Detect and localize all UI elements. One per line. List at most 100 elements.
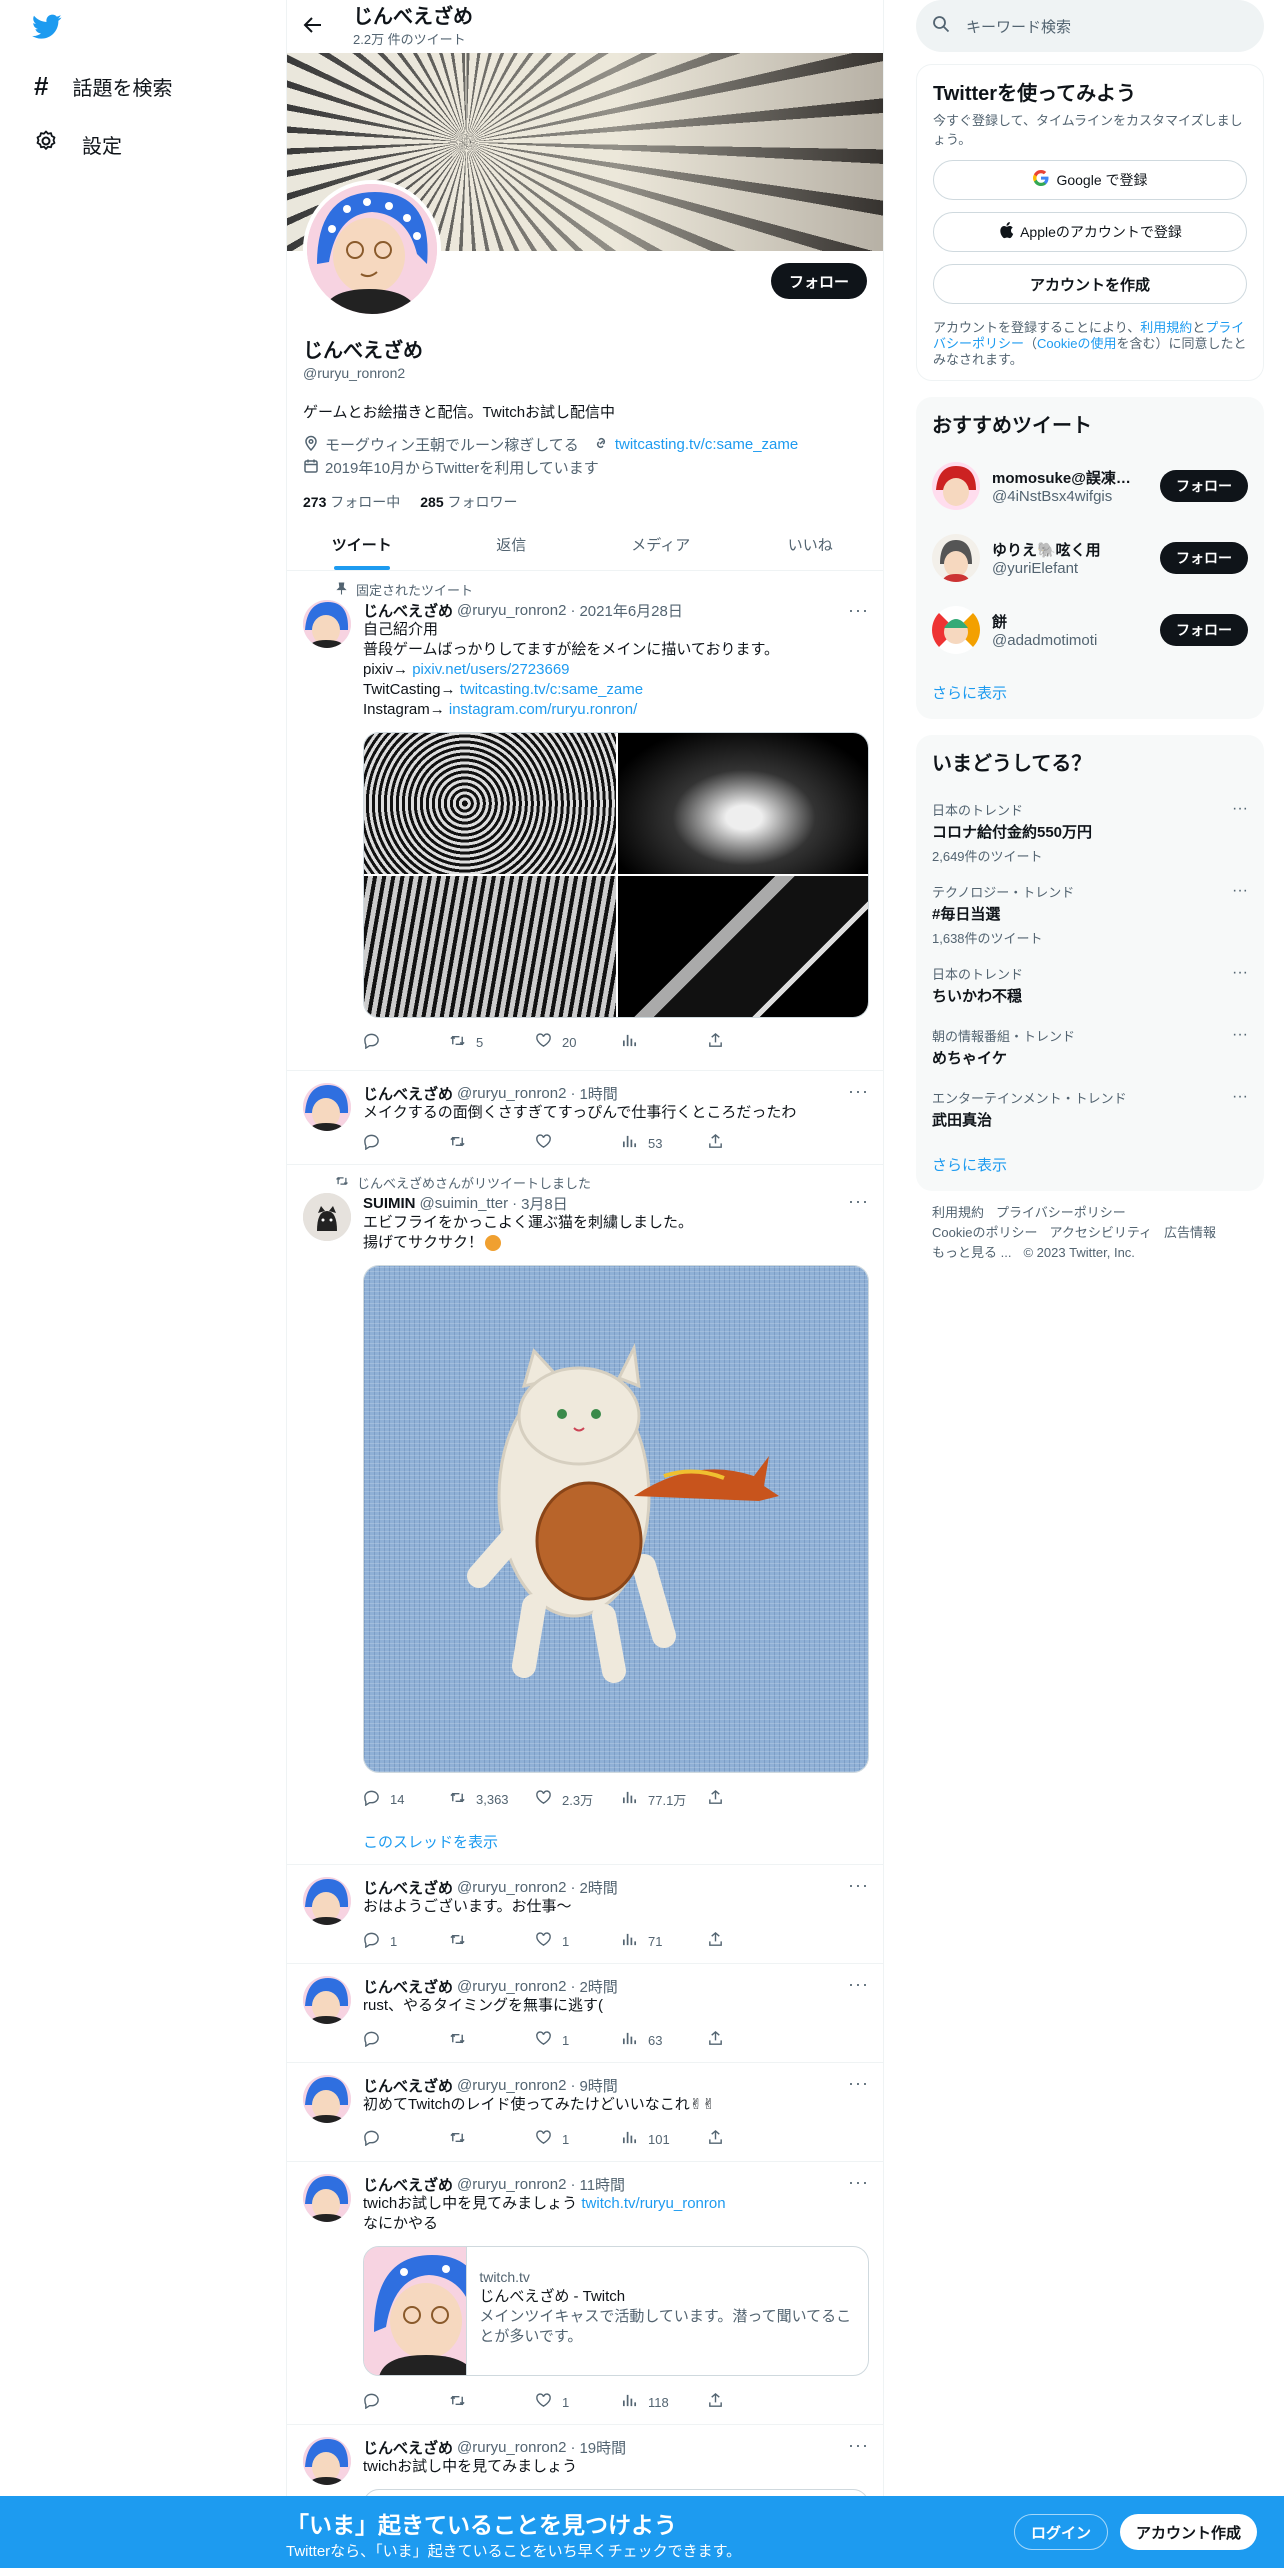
tweet-author-name[interactable]: じんべえざめ — [363, 2437, 453, 2458]
share-button[interactable] — [707, 2030, 793, 2050]
footer-ads-link[interactable]: 広告情報 — [1164, 1225, 1216, 1240]
retweet-button[interactable] — [449, 1133, 535, 1153]
like-button[interactable]: 1 — [535, 2129, 621, 2149]
trend-item[interactable]: 日本のトレンド コロナ給付金約550万円 2,649件のツイート ··· — [916, 788, 1264, 870]
tweet-time[interactable]: 9時間 — [579, 2075, 617, 2096]
profile-avatar[interactable] — [303, 180, 441, 318]
tweet-image[interactable] — [364, 876, 616, 1017]
views-button[interactable]: 118 — [621, 2392, 707, 2412]
tweet-media[interactable] — [363, 1265, 869, 1773]
footer-terms-link[interactable]: 利用規約 — [932, 1205, 984, 1220]
avatar[interactable] — [303, 1976, 351, 2024]
signup-button[interactable]: アカウント作成 — [1120, 2514, 1258, 2550]
like-button[interactable] — [535, 1133, 621, 1153]
views-button[interactable]: 101 — [621, 2129, 707, 2149]
tweet-author-handle[interactable]: @ruryu_ronron2 — [457, 2439, 566, 2456]
tweet-author-handle[interactable]: @suimin_tter — [420, 1195, 509, 1212]
footer-cookie-link[interactable]: Cookieのポリシー — [932, 1225, 1037, 1240]
tweet-author-name[interactable]: じんべえざめ — [363, 2174, 453, 2195]
more-options-icon[interactable]: ··· — [1232, 1026, 1248, 1044]
share-button[interactable] — [707, 2392, 793, 2412]
tweet-author-handle[interactable]: @ruryu_ronron2 — [457, 2176, 566, 2193]
more-options-icon[interactable]: ··· — [1232, 1088, 1248, 1106]
tweet-time[interactable]: 11時間 — [579, 2174, 625, 2195]
tweet[interactable]: ··· じんべえざめ @ruryu_ronron2 · 2時間 おはようございま… — [287, 1865, 883, 1964]
footer-more-link[interactable]: もっと見る ... — [932, 1245, 1011, 1260]
like-button[interactable]: 1 — [535, 2030, 621, 2050]
views-button[interactable]: 53 — [621, 1133, 707, 1153]
tweet-author-handle[interactable]: @ruryu_ronron2 — [457, 1978, 566, 1995]
search-input[interactable]: キーワード検索 — [966, 16, 1071, 37]
tab-likes[interactable]: いいね — [736, 518, 884, 570]
more-options-icon[interactable]: ··· — [1232, 882, 1248, 900]
reply-button[interactable] — [363, 1032, 449, 1052]
like-button[interactable]: 20 — [535, 1032, 621, 1052]
avatar[interactable] — [303, 1877, 351, 1925]
avatar[interactable] — [303, 2174, 351, 2222]
retweet-button[interactable] — [449, 2030, 535, 2050]
footer-accessibility-link[interactable]: アクセシビリティ — [1049, 1225, 1152, 1240]
share-button[interactable] — [707, 1931, 793, 1951]
more-options-icon[interactable]: ··· — [1232, 964, 1248, 982]
avatar[interactable] — [303, 1083, 351, 1131]
follow-button[interactable]: フォロー — [1160, 542, 1248, 574]
tab-replies[interactable]: 返信 — [437, 518, 587, 570]
twitch-link[interactable]: twitch.tv/ruryu_ronron — [581, 2195, 725, 2212]
tweet-author-name[interactable]: じんべえざめ — [363, 600, 453, 621]
who-to-follow-item[interactable]: 餅 @adadmotimoti フォロー — [916, 594, 1264, 666]
share-button[interactable] — [707, 1032, 793, 1052]
tweet-author-name[interactable]: じんべえざめ — [363, 1083, 453, 1104]
trend-item[interactable]: 朝の情報番組・トレンド めちゃイケ ··· — [916, 1014, 1264, 1076]
like-button[interactable]: 1 — [535, 2392, 621, 2412]
who-to-follow-item[interactable]: momosuke@誤凍結... @4iNstBsx4wifgis フォロー — [916, 450, 1264, 522]
footer-privacy-link[interactable]: プライバシーポリシー — [996, 1205, 1126, 1220]
avatar[interactable] — [303, 2075, 351, 2123]
twitcasting-link[interactable]: twitcasting.tv/c:same_zame — [460, 681, 643, 698]
tweet-image[interactable] — [364, 733, 616, 874]
tweet-time[interactable]: 2時間 — [579, 1976, 617, 1997]
retweeted-by-label[interactable]: じんべえざめさんがリツイートしました — [357, 1173, 591, 1192]
following-link[interactable]: 273 フォロー中 — [303, 492, 400, 512]
more-options-icon[interactable]: ··· — [1232, 800, 1248, 818]
views-button[interactable] — [621, 1032, 707, 1052]
like-button[interactable]: 2.3万 — [535, 1789, 621, 1809]
like-button[interactable]: 1 — [535, 1931, 621, 1951]
back-arrow-icon[interactable] — [303, 15, 323, 39]
avatar[interactable] — [303, 600, 351, 648]
share-button[interactable] — [707, 1789, 793, 1809]
tweet-time[interactable]: 2時間 — [579, 1877, 617, 1898]
tweet-author-name[interactable]: じんべえざめ — [363, 1976, 453, 1997]
tweet-time[interactable]: 2021年6月28日 — [579, 600, 682, 621]
reply-button[interactable]: 14 — [363, 1789, 449, 1809]
retweet-button[interactable]: 3,363 — [449, 1789, 535, 1809]
reply-button[interactable] — [363, 2129, 449, 2149]
reply-button[interactable] — [363, 2392, 449, 2412]
tweet-author-name[interactable]: じんべえざめ — [363, 2075, 453, 2096]
views-button[interactable]: 71 — [621, 1931, 707, 1951]
trend-item[interactable]: エンターテインメント・トレンド 武田真治 ··· — [916, 1076, 1264, 1138]
views-button[interactable]: 77.1万 — [621, 1789, 707, 1809]
profile-website-link[interactable]: twitcasting.tv/c:same_zame — [615, 436, 798, 453]
nav-explore[interactable]: # 話題を検索 — [0, 58, 172, 114]
followers-link[interactable]: 285 フォロワー — [420, 492, 517, 512]
profile-follow-button[interactable]: フォロー — [770, 263, 867, 299]
pixiv-link[interactable]: pixiv.net/users/2723669 — [412, 661, 569, 678]
instagram-link[interactable]: instagram.com/ruryu.ronron/ — [449, 701, 637, 718]
link-preview-card[interactable]: twitch.tv じんべえざめ - Twitch メインツイキャスで活動してい… — [363, 2246, 869, 2376]
tab-tweets[interactable]: ツイート — [287, 518, 437, 570]
follow-button[interactable]: フォロー — [1160, 614, 1248, 646]
share-button[interactable] — [707, 1133, 793, 1153]
reply-button[interactable] — [363, 1133, 449, 1153]
tweet[interactable]: ··· じんべえざめ @ruryu_ronron2 · 2時間 rust、やるタ… — [287, 1964, 883, 2063]
create-account-button[interactable]: アカウントを作成 — [933, 264, 1247, 304]
reply-button[interactable]: 1 — [363, 1931, 449, 1951]
tweet-image[interactable] — [618, 876, 868, 1017]
twitter-bird-icon[interactable] — [32, 14, 62, 44]
tweet[interactable]: ··· じんべえざめ @ruryu_ronron2 · 9時間 初めてTwitc… — [287, 2063, 883, 2162]
retweet-button[interactable] — [449, 2392, 535, 2412]
trend-item[interactable]: 日本のトレンド ちいかわ不穏 ··· — [916, 952, 1264, 1014]
apple-signup-button[interactable]: Appleのアカウントで登録 — [933, 212, 1247, 252]
retweet-button[interactable] — [449, 1931, 535, 1951]
share-button[interactable] — [707, 2129, 793, 2149]
show-thread-link[interactable]: このスレッドを表示 — [363, 1831, 498, 1852]
